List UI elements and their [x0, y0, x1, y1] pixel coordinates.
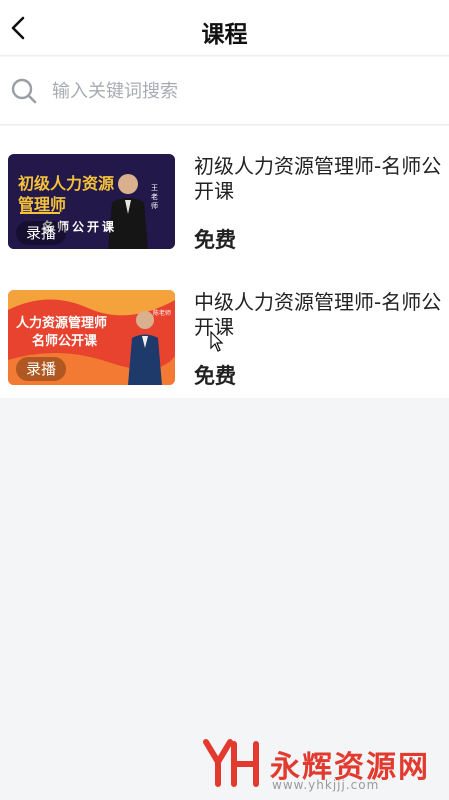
course-price: 免费 — [194, 228, 236, 252]
thumb-title-line2: 名师公开课 — [32, 334, 98, 349]
recorded-badge: 录播 — [16, 221, 67, 245]
top-bar: 课程 — [0, 0, 449, 56]
course-item[interactable]: 人力资源管理师 名师公开课 陈老师 录播 中级人力资源管理师-名师公开课 免费 — [0, 262, 449, 398]
watermark: 永辉资源网 www.yhkjjj.com — [200, 738, 440, 794]
search-icon — [10, 77, 38, 105]
recorded-badge: 录播 — [16, 357, 67, 381]
thumb-title-line1: 人力资源管理师 — [16, 316, 108, 331]
course-thumbnail: 人力资源管理师 名师公开课 陈老师 录播 — [8, 290, 175, 385]
thumb-title-line2: 管理师 — [18, 195, 67, 214]
course-price: 免费 — [194, 364, 236, 388]
course-title: 初级人力资源管理师-名师公开课 — [194, 154, 442, 203]
page-title: 课程 — [201, 22, 248, 48]
course-list: 初级人力资源 管理师 名师公开课 王老师 录播 初级人力资源管理师-名师公开课 … — [0, 126, 449, 398]
course-item[interactable]: 初级人力资源 管理师 名师公开课 王老师 录播 初级人力资源管理师-名师公开课 … — [0, 126, 449, 262]
course-title: 中级人力资源管理师-名师公开课 — [194, 290, 442, 339]
search-input[interactable] — [52, 77, 432, 105]
thumb-teacher-name: 王老师 — [151, 184, 158, 210]
thumb-teacher-name: 陈老师 — [153, 310, 172, 317]
search-bar — [0, 57, 449, 125]
watermark-url: www.yhkjjj.com — [272, 778, 380, 792]
mouse-pointer-icon — [210, 330, 224, 353]
course-thumbnail: 初级人力资源 管理师 名师公开课 王老师 录播 — [8, 154, 175, 249]
watermark-logo-icon — [203, 739, 259, 787]
